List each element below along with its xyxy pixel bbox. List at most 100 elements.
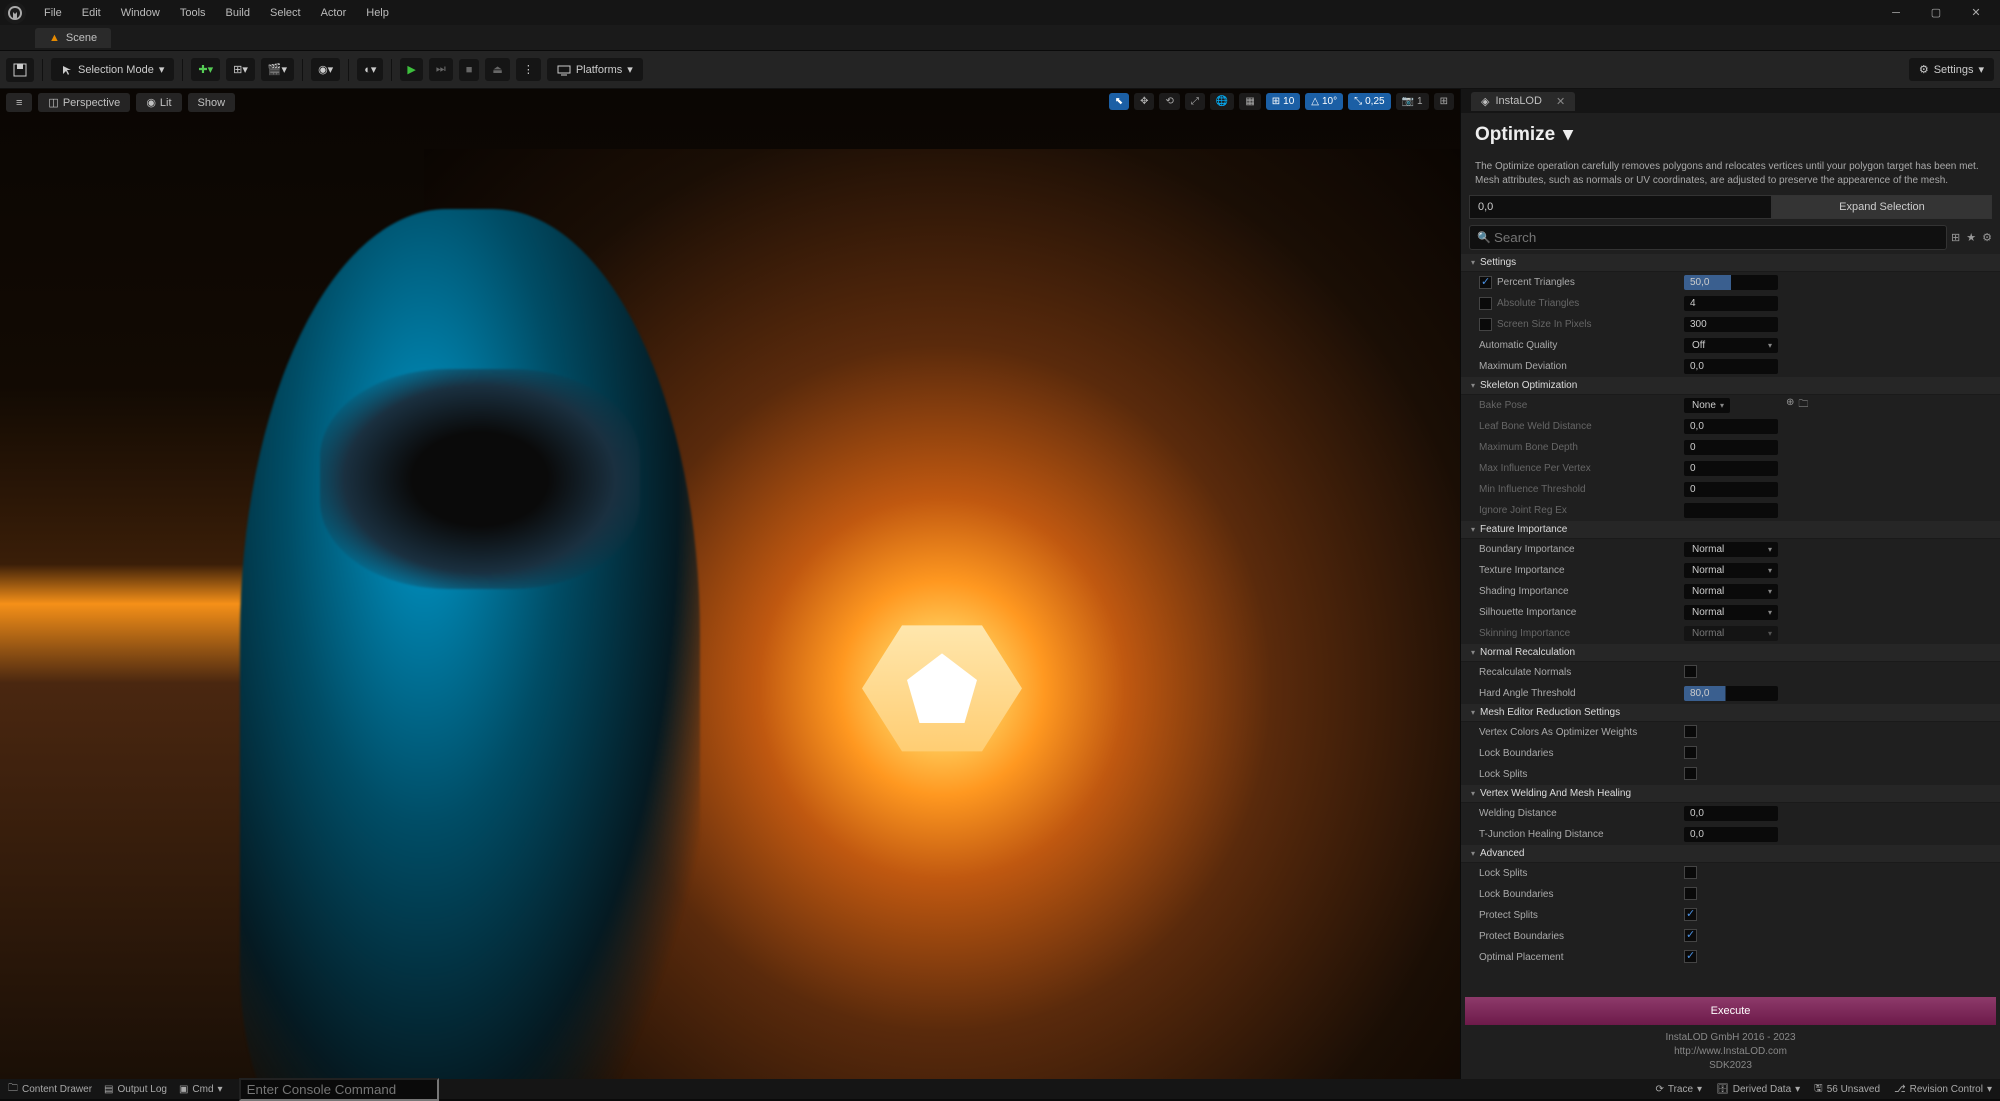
- play-menu-button[interactable]: ⋮: [516, 58, 541, 81]
- play-options-button[interactable]: ◉▾: [311, 58, 340, 81]
- max-inf-input[interactable]: [1684, 461, 1778, 476]
- tab-scene[interactable]: ▲ Scene: [35, 28, 111, 48]
- menu-window[interactable]: Window: [111, 3, 170, 23]
- output-log-button[interactable]: ▤Output Log: [104, 1084, 167, 1095]
- filter-icon[interactable]: ⊞: [1951, 231, 1960, 244]
- cinematics-button[interactable]: 🎬▾: [261, 58, 294, 81]
- vcolor-weights-check[interactable]: [1684, 725, 1697, 738]
- lit-button[interactable]: ◉ Lit: [136, 93, 181, 112]
- skinning-imp-dropdown[interactable]: Normal: [1684, 626, 1778, 641]
- menu-edit[interactable]: Edit: [72, 3, 111, 23]
- texture-imp-dropdown[interactable]: Normal: [1684, 563, 1778, 578]
- viewport[interactable]: ≡ ◫ Perspective ◉ Lit Show ⬉ ✥ ⟲ ⤢ 🌐 ▦ ⊞…: [0, 89, 1460, 1079]
- skip-button[interactable]: ⏭: [429, 58, 453, 81]
- tjunction-input[interactable]: [1684, 827, 1778, 842]
- silhouette-imp-dropdown[interactable]: Normal: [1684, 605, 1778, 620]
- stop-button[interactable]: ■: [459, 59, 480, 81]
- menu-actor[interactable]: Actor: [311, 3, 357, 23]
- derived-data-button[interactable]: 🗄Derived Data ▾: [1716, 1081, 1800, 1098]
- lock-boundaries-check[interactable]: [1684, 746, 1697, 759]
- hard-angle-input[interactable]: [1684, 686, 1778, 701]
- bake-pose-dropdown[interactable]: None: [1684, 398, 1730, 413]
- expand-selection-button[interactable]: Expand Selection: [1772, 195, 1992, 219]
- screen-px-check[interactable]: [1479, 318, 1492, 331]
- cmd-button[interactable]: ▣Cmd ▾: [179, 1084, 223, 1095]
- scale-snap[interactable]: ⤡ 0,25: [1348, 93, 1390, 110]
- console-input[interactable]: [239, 1078, 439, 1101]
- menu-tools[interactable]: Tools: [170, 3, 216, 23]
- panel-title[interactable]: Optimize ▾: [1475, 123, 1986, 146]
- menu-help[interactable]: Help: [356, 3, 399, 23]
- content-drawer-button[interactable]: 🗀Content Drawer: [8, 1081, 92, 1098]
- section-feature[interactable]: Feature Importance: [1461, 521, 2000, 539]
- viewport-menu-button[interactable]: ≡: [6, 93, 32, 112]
- screen-px-input[interactable]: [1684, 317, 1778, 332]
- section-vertexw[interactable]: Vertex Welding And Mesh Healing: [1461, 785, 2000, 803]
- maximize-viewport[interactable]: ⊞: [1434, 93, 1454, 110]
- adv-lock-splits-check[interactable]: [1684, 866, 1697, 879]
- coord-toggle[interactable]: 🌐: [1210, 93, 1234, 110]
- abs-tri-check[interactable]: [1479, 297, 1492, 310]
- scale-tool[interactable]: ⤢: [1185, 93, 1205, 110]
- revision-control-button[interactable]: ⎇Revision Control ▾: [1894, 1081, 1992, 1098]
- perspective-button[interactable]: ◫ Perspective: [38, 93, 130, 112]
- leaf-bone-input[interactable]: [1684, 419, 1778, 434]
- eject-button[interactable]: ⏏: [485, 58, 509, 81]
- percent-tri-check[interactable]: [1479, 276, 1492, 289]
- weld-distance-input[interactable]: [1684, 806, 1778, 821]
- section-advanced[interactable]: Advanced: [1461, 845, 2000, 863]
- properties-list[interactable]: Settings Percent Triangles Absolute Tria…: [1461, 254, 2000, 993]
- play-button[interactable]: ▶: [400, 58, 422, 81]
- rendering-button[interactable]: ◐▾: [357, 58, 383, 81]
- menu-build[interactable]: Build: [216, 3, 260, 23]
- angle-snap[interactable]: △ 10°: [1305, 93, 1343, 110]
- maximize-button[interactable]: ▢: [1916, 0, 1956, 25]
- settings-button[interactable]: ⚙ Settings ▾: [1909, 58, 1994, 81]
- settings-icon[interactable]: ⚙: [1982, 231, 1992, 244]
- select-tool[interactable]: ⬉: [1109, 93, 1129, 110]
- camera-speed[interactable]: 📷1: [1396, 93, 1429, 110]
- ignore-joint-input[interactable]: [1684, 503, 1778, 518]
- unsaved-button[interactable]: 🖫56 Unsaved: [1814, 1081, 1880, 1098]
- max-bone-input[interactable]: [1684, 440, 1778, 455]
- lock-splits-check[interactable]: [1684, 767, 1697, 780]
- auto-quality-dropdown[interactable]: Off: [1684, 338, 1778, 353]
- close-button[interactable]: ✕: [1956, 0, 1996, 25]
- protect-boundaries-check[interactable]: [1684, 929, 1697, 942]
- grid-snap[interactable]: ⊞ 10: [1266, 93, 1301, 110]
- shading-imp-dropdown[interactable]: Normal: [1684, 584, 1778, 599]
- move-tool[interactable]: ✥: [1134, 93, 1154, 110]
- section-meshred[interactable]: Mesh Editor Reduction Settings: [1461, 704, 2000, 722]
- execute-button[interactable]: Execute: [1465, 997, 1996, 1025]
- optimal-placement-check[interactable]: [1684, 950, 1697, 963]
- minimize-button[interactable]: ─: [1876, 0, 1916, 25]
- trace-button[interactable]: ⟳Trace ▾: [1655, 1081, 1702, 1098]
- section-skeleton[interactable]: Skeleton Optimization: [1461, 377, 2000, 395]
- protect-splits-check[interactable]: [1684, 908, 1697, 921]
- panel-tab-instalod[interactable]: ◈ InstaLOD ✕: [1471, 92, 1575, 111]
- favorite-icon[interactable]: ★: [1966, 231, 1976, 244]
- menu-file[interactable]: File: [34, 3, 72, 23]
- close-tab-icon[interactable]: ✕: [1556, 95, 1565, 108]
- selection-mode-button[interactable]: Selection Mode ▾: [51, 58, 174, 81]
- section-normal[interactable]: Normal Recalculation: [1461, 644, 2000, 662]
- menu-select[interactable]: Select: [260, 3, 311, 23]
- max-dev-input[interactable]: [1684, 359, 1778, 374]
- browse-icon[interactable]: ⊕: [1786, 397, 1794, 414]
- boundary-imp-dropdown[interactable]: Normal: [1684, 542, 1778, 557]
- adv-lock-boundaries-check[interactable]: [1684, 887, 1697, 900]
- search-input[interactable]: [1469, 225, 1947, 250]
- percent-tri-input[interactable]: [1684, 275, 1778, 290]
- min-inf-input[interactable]: [1684, 482, 1778, 497]
- surface-snap[interactable]: ▦: [1239, 93, 1260, 110]
- add-content-button[interactable]: ✚▾: [191, 58, 220, 81]
- platforms-button[interactable]: Platforms ▾: [547, 58, 643, 81]
- recalc-normals-check[interactable]: [1684, 665, 1697, 678]
- save-button[interactable]: [6, 58, 34, 82]
- abs-tri-input[interactable]: [1684, 296, 1778, 311]
- blueprint-button[interactable]: ⊞▾: [226, 58, 255, 81]
- section-settings[interactable]: Settings: [1461, 254, 2000, 272]
- rotate-tool[interactable]: ⟲: [1159, 93, 1179, 110]
- show-button[interactable]: Show: [188, 93, 236, 112]
- use-icon[interactable]: 🗀: [1798, 397, 1808, 414]
